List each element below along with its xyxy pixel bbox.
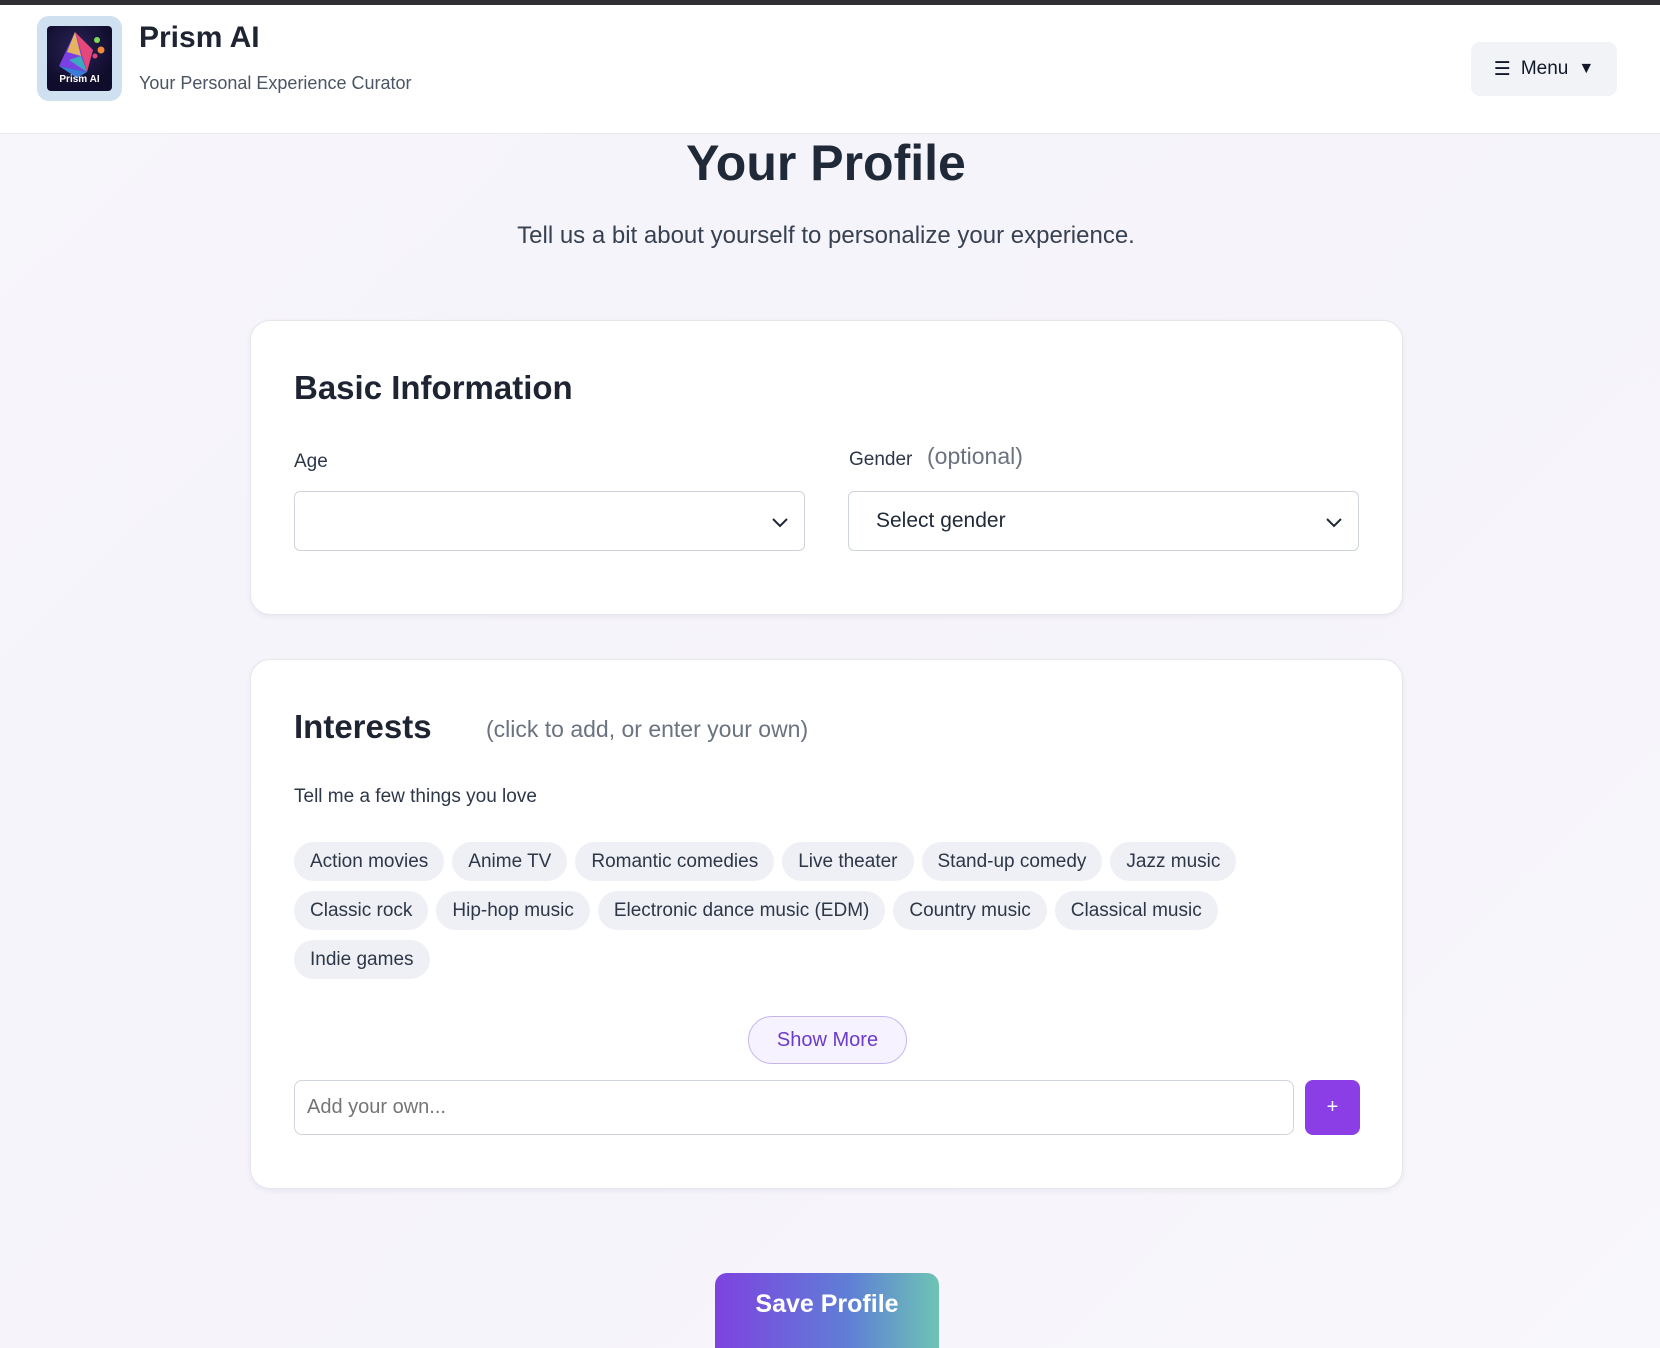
- app-tagline: Your Personal Experience Curator: [139, 73, 412, 93]
- chevron-down-icon: [1326, 518, 1342, 528]
- basic-information-heading: Basic Information: [294, 369, 573, 406]
- prism-logo-icon: Prism AI: [47, 26, 112, 91]
- hamburger-icon: ☰: [1493, 58, 1511, 80]
- app-logo[interactable]: Prism AI: [37, 16, 122, 101]
- gender-label: Gender: [849, 449, 913, 470]
- interests-card: Interests (click to add, or enter your o…: [250, 659, 1403, 1189]
- add-interest-button[interactable]: +: [1305, 1080, 1360, 1135]
- interest-tag[interactable]: Electronic dance music (EDM): [597, 891, 886, 930]
- app-header: Prism AI Prism AI Your Personal Experien…: [0, 5, 1660, 134]
- interest-tag[interactable]: Country music: [893, 891, 1047, 930]
- interests-prompt: Tell me a few things you love: [294, 786, 537, 807]
- interest-tag[interactable]: Classic rock: [294, 891, 429, 930]
- logo-text: Prism AI: [59, 74, 100, 85]
- age-select[interactable]: [294, 491, 805, 551]
- interest-tag[interactable]: Action movies: [294, 842, 445, 881]
- interest-tag[interactable]: Indie games: [294, 940, 430, 979]
- menu-button[interactable]: ☰ Menu ▼: [1471, 42, 1617, 96]
- gender-select[interactable]: Select gender: [848, 491, 1359, 551]
- interest-tag[interactable]: Classical music: [1054, 891, 1218, 930]
- save-profile-button[interactable]: Save Profile: [715, 1273, 939, 1348]
- age-label: Age: [294, 451, 328, 472]
- menu-label: Menu: [1520, 58, 1569, 79]
- page-subtitle: Tell us a bit about yourself to personal…: [517, 222, 1135, 249]
- app-title: Prism AI: [139, 21, 260, 54]
- page-title: Your Profile: [686, 135, 966, 191]
- gender-optional-hint: (optional): [927, 443, 1023, 469]
- interest-tag[interactable]: Jazz music: [1110, 842, 1237, 881]
- add-interest-input[interactable]: [294, 1080, 1294, 1135]
- caret-down-icon: ▼: [1578, 60, 1595, 77]
- gender-select-value: Select gender: [876, 509, 1006, 532]
- interest-tag[interactable]: Anime TV: [452, 842, 568, 881]
- interest-tag[interactable]: Romantic comedies: [575, 842, 775, 881]
- interests-hint: (click to add, or enter your own): [486, 716, 809, 742]
- show-more-button[interactable]: Show More: [748, 1016, 907, 1064]
- interests-heading: Interests: [294, 708, 432, 745]
- chevron-down-icon: [772, 518, 788, 528]
- basic-information-card: Basic Information Age Gender (optional) …: [250, 320, 1403, 615]
- interest-tag[interactable]: Stand-up comedy: [921, 842, 1103, 881]
- interest-tag-list: Action movies Anime TV Romantic comedies Li…: [294, 842, 1354, 989]
- interest-tag[interactable]: Hip-hop music: [436, 891, 590, 930]
- interest-tag[interactable]: Live theater: [782, 842, 914, 881]
